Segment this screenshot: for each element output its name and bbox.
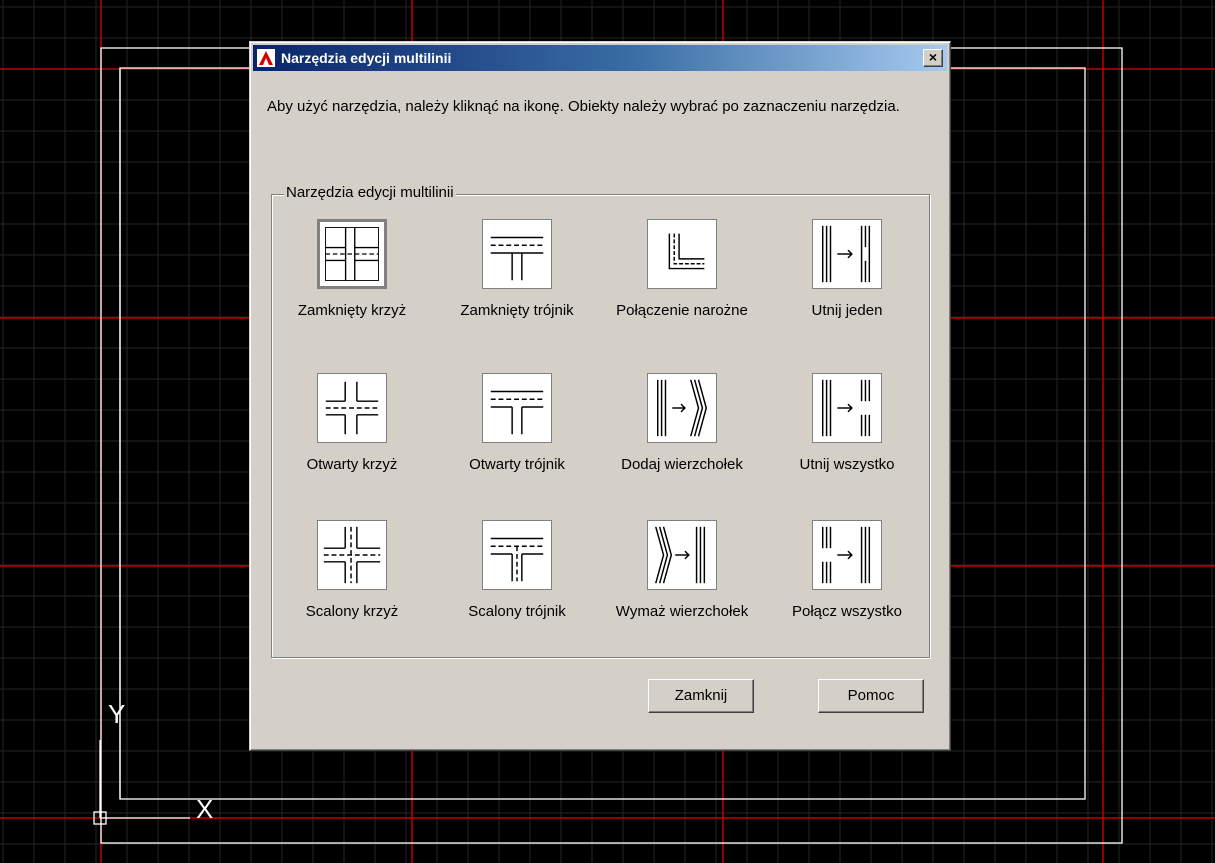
close-button[interactable]: Zamknij: [648, 679, 754, 713]
tool-label: Scalony trójnik: [468, 603, 566, 620]
open-cross-icon: [325, 381, 379, 435]
dialog-titlebar[interactable]: Narzędzia edycji multilinii ×: [253, 45, 947, 71]
tool-label: Otwarty trójnik: [469, 456, 565, 473]
closed-tee-icon: [490, 236, 544, 281]
tool-label: Wymaż wierzchołek: [615, 603, 749, 620]
dialog-title: Narzędzia edycji multilinii: [281, 50, 452, 66]
corner-joint-icon: [668, 233, 705, 270]
tool-label: Utnij jeden: [811, 302, 883, 319]
tool-label: Zamknięty krzyż: [297, 302, 407, 319]
cut-single-icon: [821, 225, 871, 283]
weld-all-icon: [821, 526, 871, 584]
closed-cross-icon: [325, 227, 379, 281]
open-tee-icon: [490, 390, 544, 435]
merged-cross-icon: [323, 526, 381, 584]
merged-tee-icon: [490, 537, 544, 582]
delete-vertex-icon: [655, 526, 706, 584]
autocad-app-icon: [257, 49, 275, 67]
tool-label: Połącz wszystko: [791, 603, 903, 620]
ucs-y-label: Y: [108, 699, 125, 729]
tool-label: Połączenie narożne: [616, 302, 748, 319]
tool-label: Scalony krzyż: [305, 603, 399, 620]
help-button[interactable]: Pomoc: [818, 679, 924, 713]
tool-label: Otwarty krzyż: [306, 456, 398, 473]
instruction-text: Aby użyć narzędzia, należy kliknąć na ik…: [267, 98, 900, 115]
ucs-x-label: X: [196, 794, 213, 824]
add-vertex-icon: [656, 379, 708, 437]
tools-group-title: Narzędzia edycji multilinii: [284, 184, 456, 201]
tool-label: Dodaj wierzchołek: [621, 456, 743, 473]
mline-edit-dialog: Narzędzia edycji multilinii × Aby użyć n…: [249, 41, 951, 751]
cut-all-icon: [821, 379, 871, 437]
tool-label: Utnij wszystko: [799, 456, 895, 473]
tools-groupbox: Narzędzia edycji multilinii Zamknięty kr…: [271, 184, 930, 658]
close-icon[interactable]: ×: [923, 49, 943, 67]
tool-label: Zamknięty trójnik: [460, 302, 574, 319]
